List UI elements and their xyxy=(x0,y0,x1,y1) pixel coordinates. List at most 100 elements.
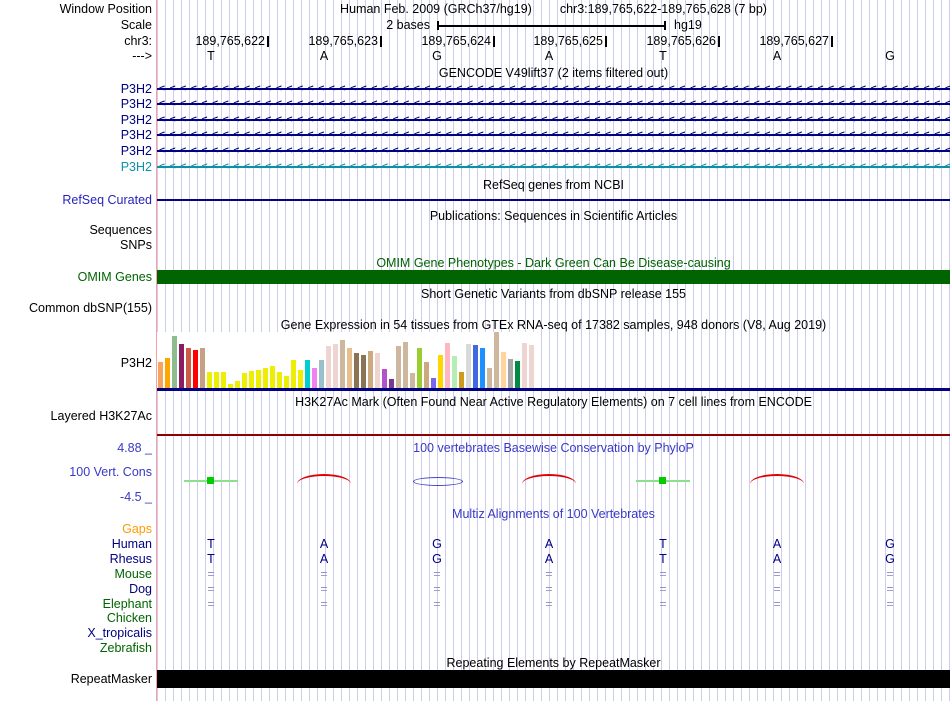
gtex-expression-bar[interactable] xyxy=(214,372,219,388)
multiz-cell: = xyxy=(886,597,894,611)
multiz-cell: = xyxy=(320,567,328,581)
gtex-expression-bar[interactable] xyxy=(403,342,408,388)
gtex-expression-bar[interactable] xyxy=(452,356,457,388)
phylop-max-label: 4.88 _ xyxy=(117,441,152,455)
gtex-expression-bar[interactable] xyxy=(305,360,310,388)
gtex-expression-bar[interactable] xyxy=(501,352,506,388)
multiz-species-label[interactable]: Rhesus xyxy=(0,552,152,566)
gtex-expression-bar[interactable] xyxy=(410,373,415,388)
gencode-item-label[interactable]: P3H2 xyxy=(0,97,152,111)
multiz-species-label[interactable]: Elephant xyxy=(0,597,152,611)
multiz-species-label[interactable]: Gaps xyxy=(0,522,152,536)
gtex-expression-bar[interactable] xyxy=(277,372,282,388)
gtex-expression-bar[interactable] xyxy=(207,372,212,388)
gtex-expression-bar[interactable] xyxy=(165,358,170,388)
gtex-expression-bar[interactable] xyxy=(186,348,191,388)
gtex-expression-bar[interactable] xyxy=(459,372,464,388)
gtex-expression-bar[interactable] xyxy=(480,348,485,388)
sequences-label[interactable]: Sequences xyxy=(0,223,152,237)
gtex-expression-bar[interactable] xyxy=(333,344,338,388)
multiz-species-label[interactable]: Chicken xyxy=(0,611,152,625)
gtex-expression-bar[interactable] xyxy=(291,360,296,388)
omim-genes-label[interactable]: OMIM Genes xyxy=(0,270,152,284)
gtex-expression-bar[interactable] xyxy=(354,353,359,388)
gtex-expression-bar[interactable] xyxy=(340,340,345,388)
gtex-expression-bar[interactable] xyxy=(466,344,471,388)
gtex-expression-bar[interactable] xyxy=(172,336,177,388)
gtex-expression-bar[interactable] xyxy=(270,366,275,388)
gtex-expression-bar[interactable] xyxy=(508,359,513,388)
multiz-species-label[interactable]: Zebrafish xyxy=(0,641,152,655)
gtex-expression-bar[interactable] xyxy=(424,362,429,388)
gtex-expression-bar[interactable] xyxy=(487,368,492,388)
gtex-expression-bar[interactable] xyxy=(473,345,478,388)
phylop-label[interactable]: 100 Vert. Cons xyxy=(0,465,152,479)
gencode-item-label[interactable]: P3H2 xyxy=(0,160,152,174)
multiz-cell: = xyxy=(545,597,553,611)
gtex-expression-bar[interactable] xyxy=(256,370,261,388)
gtex-expression-bar[interactable] xyxy=(319,360,324,388)
gtex-expression-bar[interactable] xyxy=(193,350,198,388)
multiz-cell: T xyxy=(207,552,215,566)
gencode-item-label[interactable]: P3H2 xyxy=(0,82,152,96)
gtex-expression-bar[interactable] xyxy=(368,351,373,388)
gtex-expression-bar[interactable] xyxy=(494,332,499,388)
gtex-expression-bar[interactable] xyxy=(235,381,240,388)
gtex-expression-bar[interactable] xyxy=(382,369,387,388)
gtex-expression-bar[interactable] xyxy=(284,376,289,388)
gencode-item-label[interactable]: P3H2 xyxy=(0,128,152,142)
gtex-expression-bar[interactable] xyxy=(221,372,226,388)
snps-label[interactable]: SNPs xyxy=(0,238,152,252)
h3k27ac-label[interactable]: Layered H3K27Ac xyxy=(0,409,152,423)
gtex-expression-bar[interactable] xyxy=(326,346,331,388)
gencode-item-label[interactable]: P3H2 xyxy=(0,144,152,158)
gtex-expression-bar[interactable] xyxy=(200,348,205,388)
gencode-gene-model[interactable]: <<<<<<<<<<<<<<<<<<<<<<<<<<<<<<<<<<<<<<<<… xyxy=(157,97,950,111)
multiz-cell: T xyxy=(207,537,215,551)
gtex-expression-bar[interactable] xyxy=(515,361,520,388)
multiz-cell: G xyxy=(432,537,442,551)
gtex-expression-bar[interactable] xyxy=(249,371,254,388)
gtex-expression-bar[interactable] xyxy=(375,353,380,388)
gtex-expression-bar[interactable] xyxy=(179,344,184,388)
gtex-expression-bar[interactable] xyxy=(361,355,366,388)
gtex-expression-bar[interactable] xyxy=(522,343,527,388)
multiz-species-label[interactable]: Dog xyxy=(0,582,152,596)
gtex-expression-bar[interactable] xyxy=(312,368,317,388)
repeatmasker-label[interactable]: RepeatMasker xyxy=(0,672,152,686)
dbsnp-label[interactable]: Common dbSNP(155) xyxy=(0,301,152,315)
gencode-item-label[interactable]: P3H2 xyxy=(0,113,152,127)
gtex-expression-bar[interactable] xyxy=(529,345,534,388)
gtex-expression-bar[interactable] xyxy=(347,348,352,388)
gencode-gene-model[interactable]: <<<<<<<<<<<<<<<<<<<<<<<<<<<<<<<<<<<<<<<<… xyxy=(157,144,950,158)
coordinate-tick xyxy=(380,36,382,47)
scale-ruler-tick-left xyxy=(437,21,439,30)
refseq-curated-label[interactable]: RefSeq Curated xyxy=(0,193,152,207)
gencode-gene-model[interactable]: <<<<<<<<<<<<<<<<<<<<<<<<<<<<<<<<<<<<<<<<… xyxy=(157,160,950,174)
multiz-cell: = xyxy=(659,567,667,581)
omim-gene-bar[interactable] xyxy=(157,270,950,284)
gtex-expression-bar[interactable] xyxy=(298,370,303,388)
multiz-cell: = xyxy=(773,582,781,596)
gtex-expression-bar[interactable] xyxy=(445,343,450,388)
multiz-species-label[interactable]: X_tropicalis xyxy=(0,626,152,640)
gtex-expression-bar[interactable] xyxy=(417,348,422,388)
gtex-track-title: Gene Expression in 54 tissues from GTEx … xyxy=(280,318,827,332)
gtex-gene-label[interactable]: P3H2 xyxy=(0,356,152,370)
refseq-gene-line[interactable] xyxy=(157,199,950,201)
multiz-cell: = xyxy=(433,567,441,581)
gtex-expression-bar[interactable] xyxy=(263,368,268,388)
repeatmasker-bar[interactable] xyxy=(157,670,950,688)
gtex-expression-bar[interactable] xyxy=(389,379,394,388)
gencode-gene-model[interactable]: <<<<<<<<<<<<<<<<<<<<<<<<<<<<<<<<<<<<<<<<… xyxy=(157,82,950,96)
gtex-expression-bar[interactable] xyxy=(396,346,401,388)
multiz-species-label[interactable]: Mouse xyxy=(0,567,152,581)
multiz-species-label[interactable]: Human xyxy=(0,537,152,551)
gtex-expression-bar[interactable] xyxy=(438,355,443,388)
gtex-expression-bar[interactable] xyxy=(228,384,233,388)
gencode-gene-model[interactable]: <<<<<<<<<<<<<<<<<<<<<<<<<<<<<<<<<<<<<<<<… xyxy=(157,113,950,127)
gtex-expression-bar[interactable] xyxy=(158,362,163,388)
gtex-expression-bar[interactable] xyxy=(431,378,436,388)
gencode-gene-model[interactable]: <<<<<<<<<<<<<<<<<<<<<<<<<<<<<<<<<<<<<<<<… xyxy=(157,128,950,142)
gtex-expression-bar[interactable] xyxy=(242,373,247,388)
